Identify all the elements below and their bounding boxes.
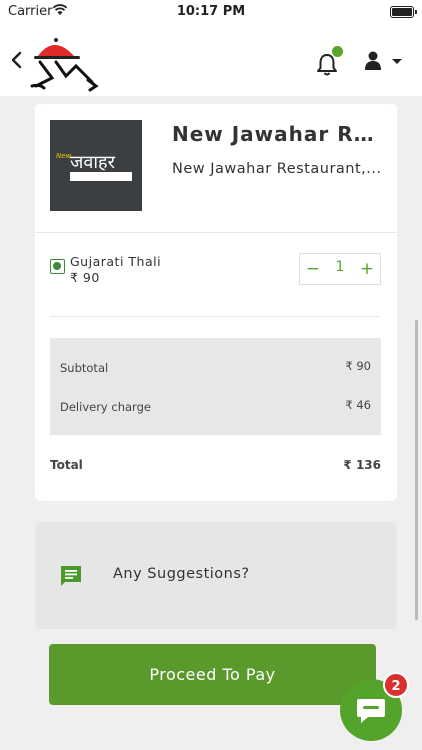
suggestions-box[interactable]: Any Suggestions? (35, 522, 397, 629)
chat-unread-badge: 2 (383, 672, 409, 698)
order-card: New जवाहर New Jawahar Re... New Jawahar … (35, 104, 397, 501)
total-label: Total (50, 458, 83, 472)
restaurant-subtitle: New Jawahar Restaurant,... (172, 161, 382, 177)
restaurant-logo-image: New जवाहर (50, 120, 142, 211)
app-logo[interactable]: Tadka.Live (30, 34, 110, 92)
app-header: Tadka.Live (0, 24, 422, 96)
proceed-to-pay-button[interactable]: Proceed To Pay (49, 644, 376, 705)
restaurant-logo-new-label: New (56, 152, 72, 160)
logo-text: Tadka.Live (74, 46, 110, 53)
logo-mascot-icon (30, 38, 99, 92)
user-icon[interactable] (362, 50, 384, 72)
divider (35, 232, 397, 233)
increase-quantity-button[interactable]: + (354, 256, 380, 282)
cart-item-price: ₹ 90 (70, 270, 100, 285)
message-icon (61, 566, 81, 586)
delivery-charge-value: ₹ 46 (345, 398, 371, 412)
divider (50, 316, 380, 317)
restaurant-logo-hindi-label: जवाहर (70, 152, 115, 173)
suggestions-label: Any Suggestions? (113, 566, 250, 582)
quantity-stepper: − 1 + (299, 253, 381, 285)
chat-bubble-icon (357, 699, 385, 723)
bill-summary: Subtotal ₹ 90 Delivery charge ₹ 46 (50, 338, 381, 435)
status-bar: Carrier 10:17 PM (0, 0, 422, 24)
clock: 10:17 PM (176, 4, 246, 19)
account-dropdown-caret-icon[interactable] (392, 59, 402, 64)
subtotal-label: Subtotal (60, 361, 109, 375)
battery-icon (390, 6, 417, 18)
scrollbar[interactable] (415, 320, 418, 620)
delivery-charge-label: Delivery charge (60, 400, 151, 414)
quantity-value: 1 (335, 259, 345, 275)
back-chevron-icon[interactable] (6, 46, 26, 74)
notification-dot (332, 46, 343, 57)
restaurant-name: New Jawahar Re... (172, 122, 387, 146)
total-value: ₹ 136 (343, 458, 381, 472)
decrease-quantity-button[interactable]: − (300, 256, 326, 282)
cart-item-name: Gujarati Thali (70, 254, 162, 269)
veg-indicator-icon (50, 259, 65, 274)
subtotal-value: ₹ 90 (345, 359, 371, 373)
restaurant-logo-band (70, 172, 132, 181)
